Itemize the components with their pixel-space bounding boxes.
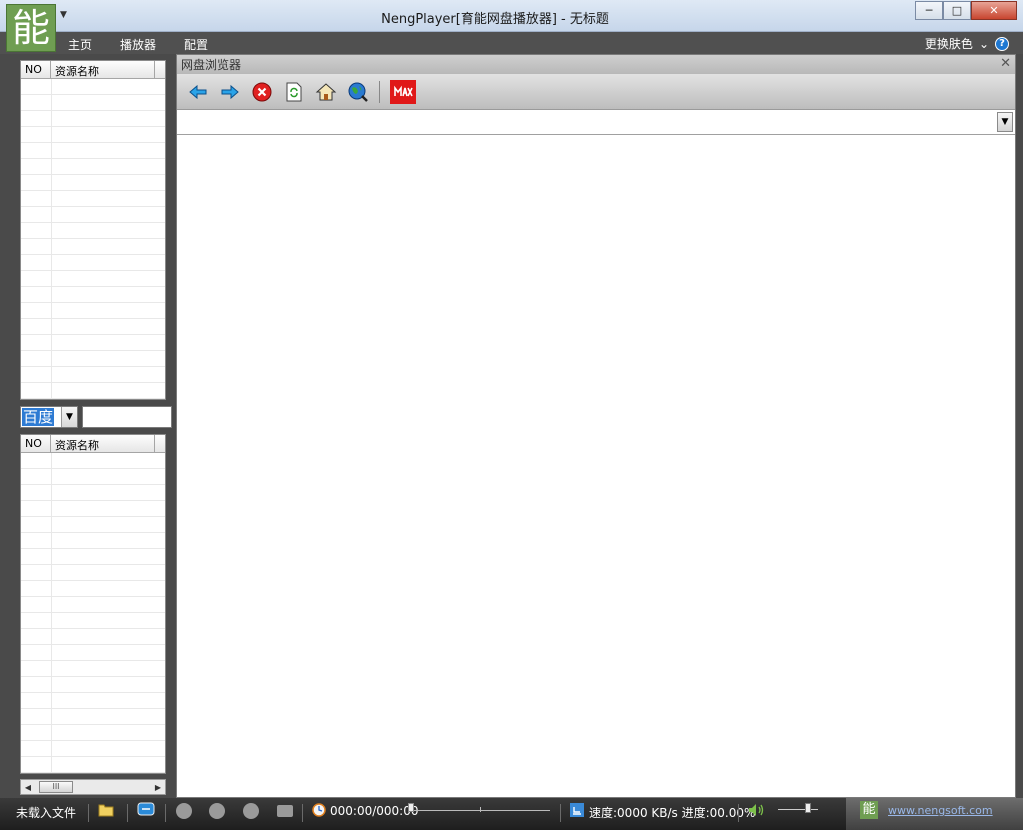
browser-content[interactable] bbox=[177, 135, 1015, 797]
download-icon bbox=[570, 803, 584, 820]
menu-bar: 主页 播放器 配置 更换肤色 ⌄ ? bbox=[0, 32, 1023, 54]
website-link[interactable]: www.nengsoft.com bbox=[888, 804, 993, 817]
speed-progress: 速度:0000 KB/s 进度:00.00% bbox=[589, 806, 756, 820]
window-controls: ─ □ ✕ bbox=[915, 1, 1017, 20]
brand-logo: 能 bbox=[860, 801, 878, 819]
search-row: 百度 ▼ bbox=[20, 406, 172, 428]
seek-slider[interactable] bbox=[408, 803, 414, 812]
volume-icon[interactable] bbox=[748, 803, 766, 820]
close-button[interactable]: ✕ bbox=[971, 1, 1017, 20]
column-name[interactable]: 资源名称 bbox=[51, 61, 155, 78]
globe-search-icon[interactable] bbox=[347, 81, 369, 103]
browser-toolbar bbox=[177, 74, 1015, 110]
forward-arrow-icon[interactable] bbox=[219, 81, 241, 103]
change-skin-button[interactable]: 更换肤色 ⌄ ? bbox=[925, 35, 1009, 52]
pause-button[interactable] bbox=[209, 803, 225, 819]
app-logo[interactable]: 能 bbox=[6, 4, 56, 52]
list-header: NO 资源名称 bbox=[21, 61, 165, 79]
play-button[interactable] bbox=[176, 803, 192, 819]
list-body[interactable] bbox=[21, 79, 165, 399]
file-status: 未载入文件 bbox=[16, 806, 77, 820]
list-header: NO 资源名称 bbox=[21, 435, 165, 453]
address-dropdown-icon[interactable]: ▼ bbox=[997, 112, 1013, 132]
search-input[interactable] bbox=[82, 406, 172, 428]
browser-close-icon[interactable]: ✕ bbox=[1000, 56, 1011, 71]
menu-home[interactable]: 主页 bbox=[68, 36, 92, 53]
search-engine-select[interactable]: 百度 ▼ bbox=[20, 406, 78, 428]
list-body[interactable] bbox=[21, 453, 165, 773]
browser-title-bar: 网盘浏览器 ✕ bbox=[177, 55, 1015, 74]
menu-player[interactable]: 播放器 bbox=[120, 36, 156, 53]
stop-button[interactable] bbox=[243, 803, 259, 819]
brand-area: 能 www.nengsoft.com bbox=[846, 798, 1023, 830]
address-bar[interactable]: ▼ bbox=[177, 110, 1015, 135]
title-bar: ▼ NengPlayer[育能网盘播放器] - 无标题 ─ □ ✕ bbox=[0, 0, 1023, 32]
menu-config[interactable]: 配置 bbox=[184, 36, 208, 53]
max-icon[interactable] bbox=[390, 79, 416, 104]
horizontal-scrollbar[interactable]: ◀ III ▶ bbox=[20, 779, 166, 795]
column-no[interactable]: NO bbox=[21, 61, 51, 78]
browser-title: 网盘浏览器 bbox=[181, 58, 242, 72]
folder-icon[interactable] bbox=[98, 803, 114, 820]
chat-icon[interactable] bbox=[137, 802, 155, 821]
column-name[interactable]: 资源名称 bbox=[51, 435, 155, 452]
fullscreen-button[interactable] bbox=[277, 805, 293, 817]
netdisk-browser-panel: 网盘浏览器 ✕ ▼ bbox=[176, 54, 1016, 798]
scroll-right-icon[interactable]: ▶ bbox=[151, 780, 165, 794]
scroll-left-icon[interactable]: ◀ bbox=[21, 780, 35, 794]
change-skin-label: 更换肤色 bbox=[924, 37, 973, 51]
help-icon[interactable]: ? bbox=[995, 36, 1009, 51]
clock-icon bbox=[312, 803, 326, 820]
volume-track[interactable] bbox=[778, 809, 818, 810]
dropdown-arrow-icon[interactable]: ▼ bbox=[61, 407, 77, 427]
refresh-icon[interactable] bbox=[283, 81, 305, 103]
search-engine-value: 百度 bbox=[22, 408, 55, 426]
back-arrow-icon[interactable] bbox=[187, 81, 209, 103]
column-no[interactable]: NO bbox=[21, 435, 51, 452]
scroll-thumb[interactable]: III bbox=[39, 781, 73, 793]
status-bar: 未载入文件 000:00/000:00 速度:0000 KB/s 进度:00.0… bbox=[0, 798, 1023, 830]
maximize-button[interactable]: □ bbox=[943, 1, 971, 20]
stop-icon[interactable] bbox=[251, 81, 273, 103]
time-display: 000:00/000:00 bbox=[330, 804, 419, 818]
home-icon[interactable] bbox=[315, 81, 337, 103]
chevron-down-icon: ⌄ bbox=[978, 36, 989, 51]
volume-slider[interactable] bbox=[805, 803, 811, 813]
resource-list-bottom[interactable]: NO 资源名称 bbox=[20, 434, 166, 774]
window-title: NengPlayer[育能网盘播放器] - 无标题 bbox=[381, 12, 609, 27]
minimize-button[interactable]: ─ bbox=[915, 1, 943, 20]
resource-list-top[interactable]: NO 资源名称 bbox=[20, 60, 166, 400]
